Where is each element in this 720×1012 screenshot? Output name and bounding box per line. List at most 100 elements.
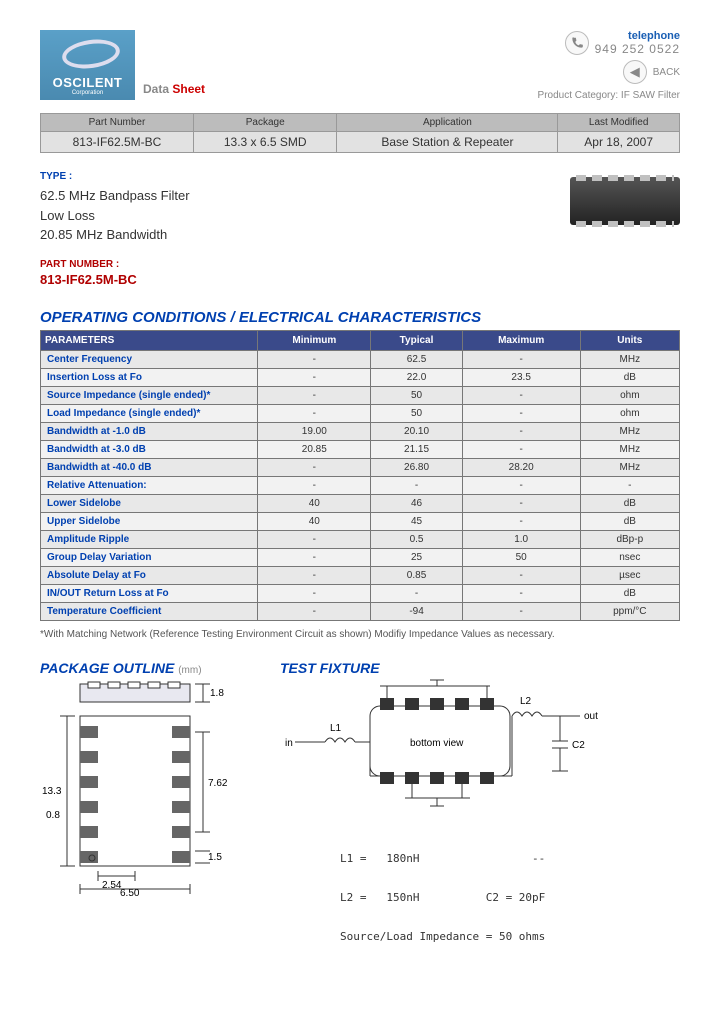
param-value: 22.0 — [371, 368, 462, 386]
param-value: - — [462, 494, 580, 512]
package-outline-unit: (mm) — [178, 665, 201, 676]
type-block: TYPE : 62.5 MHz Bandpass Filter Low Loss… — [40, 171, 680, 287]
C2-label: C2 — [572, 740, 585, 751]
param-value: - — [258, 350, 371, 368]
table-row: IN/OUT Return Loss at Fo---dB — [41, 584, 680, 602]
param-value: - — [580, 476, 679, 494]
table-row: Upper Sidelobe4045-dB — [41, 512, 680, 530]
header: OSCILENT Corporation Data Sheet telephon… — [40, 30, 680, 101]
test-fixture-title: TEST FIXTURE — [280, 660, 600, 676]
summary-header: Last Modified — [558, 114, 680, 132]
back-icon[interactable]: ◀ — [623, 60, 647, 84]
table-row: Bandwidth at -3.0 dB20.8521.15-MHz — [41, 440, 680, 458]
param-value: - — [258, 476, 371, 494]
param-name: Load Impedance (single ended)* — [41, 404, 258, 422]
param-value: MHz — [580, 458, 679, 476]
contact-block: telephone 949 252 0522 ◀ BACK Product Ca… — [538, 30, 680, 101]
param-value: - — [258, 530, 371, 548]
param-value: - — [258, 566, 371, 584]
test-fixture-block: TEST FIXTURE bottom view in — [280, 660, 600, 969]
param-value: - — [258, 602, 371, 620]
characteristics-note: *With Matching Network (Reference Testin… — [40, 629, 680, 640]
param-value: nsec — [580, 548, 679, 566]
package-outline-diagram: 1.8 — [40, 676, 240, 896]
param-name: Source Impedance (single ended)* — [41, 386, 258, 404]
param-value: - — [258, 584, 371, 602]
brand-name: OSCILENT — [53, 75, 123, 90]
doc-title: Data Sheet — [143, 82, 205, 96]
param-name: IN/OUT Return Loss at Fo — [41, 584, 258, 602]
param-value: - — [462, 440, 580, 458]
part-number-value: 813-IF62.5M-BC — [40, 272, 190, 287]
param-value: ppm/°C — [580, 602, 679, 620]
brand-logo: OSCILENT Corporation — [40, 30, 135, 100]
table-row: Bandwidth at -1.0 dB19.0020.10-MHz — [41, 422, 680, 440]
param-value: ohm — [580, 404, 679, 422]
param-value: MHz — [580, 422, 679, 440]
param-value: dB — [580, 584, 679, 602]
dim-top-h: 1.8 — [210, 688, 224, 699]
dim-pitch: 7.62 — [208, 778, 228, 789]
summary-cell: Base Station & Repeater — [337, 132, 558, 153]
param-value: 0.85 — [371, 566, 462, 584]
param-value: 1.0 — [462, 530, 580, 548]
param-value: - — [462, 422, 580, 440]
param-name: Absolute Delay at Fo — [41, 566, 258, 584]
param-value: - — [462, 602, 580, 620]
param-value: dBp-p — [580, 530, 679, 548]
summary-header: Part Number — [41, 114, 194, 132]
param-value: 26.80 — [371, 458, 462, 476]
L1-label: L1 — [330, 723, 342, 734]
param-value: 21.15 — [371, 440, 462, 458]
table-row: Center Frequency-62.5-MHz — [41, 350, 680, 368]
param-value: 40 — [258, 512, 371, 530]
param-value: 50 — [371, 386, 462, 404]
table-row: Temperature Coefficient--94-ppm/°C — [41, 602, 680, 620]
part-number-label: PART NUMBER : — [40, 259, 190, 270]
fixture-value-line: Source/Load Impedance = 50 ohms — [340, 930, 600, 943]
param-value: - — [462, 512, 580, 530]
param-value: - — [462, 386, 580, 404]
param-value: dB — [580, 368, 679, 386]
back-label[interactable]: BACK — [653, 67, 680, 78]
table-row: Source Impedance (single ended)*-50-ohm — [41, 386, 680, 404]
char-header: Minimum — [258, 330, 371, 350]
table-row: Absolute Delay at Fo-0.85-µsec — [41, 566, 680, 584]
param-name: Group Delay Variation — [41, 548, 258, 566]
param-value: 45 — [371, 512, 462, 530]
param-value: - — [258, 404, 371, 422]
param-value: 20.10 — [371, 422, 462, 440]
characteristics-title: OPERATING CONDITIONS / ELECTRICAL CHARAC… — [40, 309, 680, 326]
doc-title-data: Data — [143, 82, 169, 96]
param-value: dB — [580, 494, 679, 512]
brand-sub: Corporation — [72, 90, 103, 96]
summary-cell: 813-IF62.5M-BC — [41, 132, 194, 153]
table-row: Bandwidth at -40.0 dB-26.8028.20MHz — [41, 458, 680, 476]
param-value: - — [462, 350, 580, 368]
param-name: Upper Sidelobe — [41, 512, 258, 530]
param-name: Center Frequency — [41, 350, 258, 368]
table-row: Group Delay Variation-2550nsec — [41, 548, 680, 566]
table-row: Amplitude Ripple-0.51.0dBp-p — [41, 530, 680, 548]
param-name: Amplitude Ripple — [41, 530, 258, 548]
char-header: Typical — [371, 330, 462, 350]
characteristics-table: PARAMETERSMinimumTypicalMaximumUnits Cen… — [40, 330, 680, 621]
param-name: Bandwidth at -40.0 dB — [41, 458, 258, 476]
param-value: 20.85 — [258, 440, 371, 458]
param-value: - — [258, 386, 371, 404]
param-value: - — [258, 368, 371, 386]
summary-header: Application — [337, 114, 558, 132]
table-row: Relative Attenuation:---- — [41, 476, 680, 494]
logo-ring-icon — [60, 36, 121, 72]
component-photo — [570, 177, 680, 225]
logo-block: OSCILENT Corporation Data Sheet — [40, 30, 205, 100]
char-header: PARAMETERS — [41, 330, 258, 350]
type-line: 62.5 MHz Bandpass Filter — [40, 186, 190, 206]
param-value: - — [371, 584, 462, 602]
type-line: 20.85 MHz Bandwidth — [40, 225, 190, 245]
product-category: Product Category: IF SAW Filter — [538, 90, 680, 101]
param-name: Bandwidth at -1.0 dB — [41, 422, 258, 440]
phone-icon — [565, 31, 589, 55]
param-name: Bandwidth at -3.0 dB — [41, 440, 258, 458]
param-value: 28.20 — [462, 458, 580, 476]
